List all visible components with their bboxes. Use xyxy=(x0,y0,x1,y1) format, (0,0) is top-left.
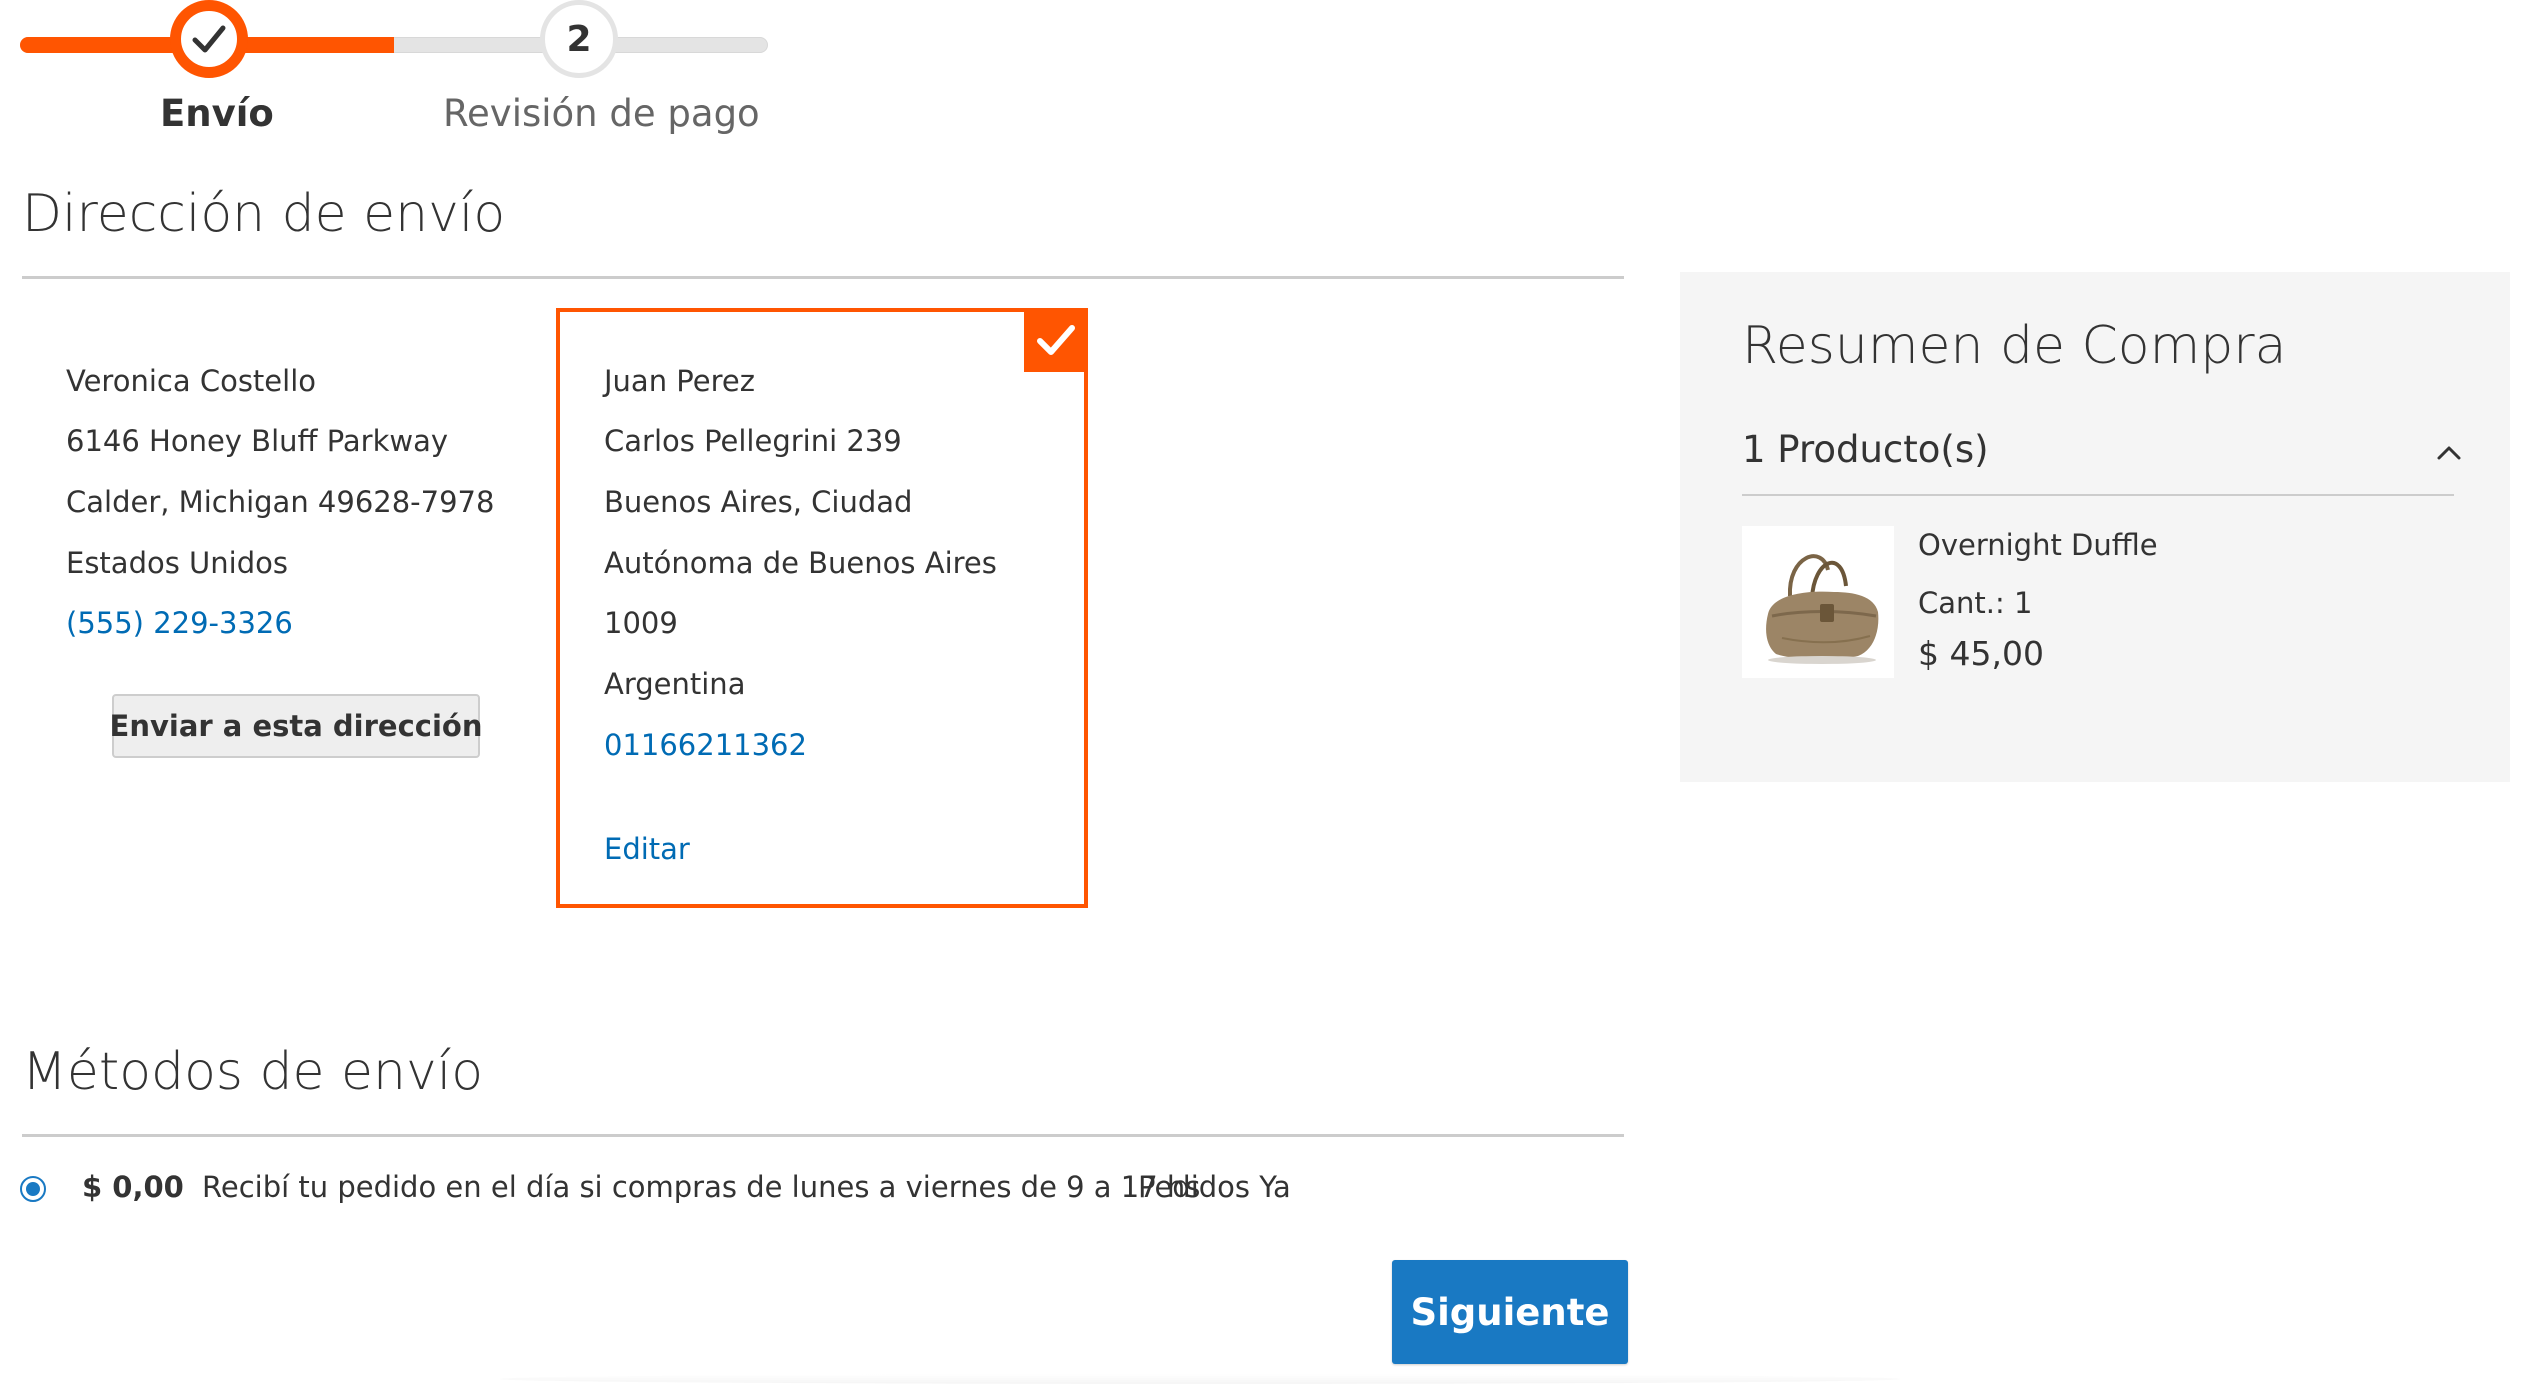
shipping-method-price: $ 0,00 xyxy=(82,1170,184,1204)
address-line: Juan Perez xyxy=(604,364,755,398)
address-line: 1009 xyxy=(604,606,678,640)
product-name: Overnight Duffle xyxy=(1918,528,2158,562)
next-button[interactable]: Siguiente xyxy=(1392,1260,1628,1364)
address-line: Estados Unidos xyxy=(66,546,288,580)
duffle-bag-icon xyxy=(1766,554,1879,664)
step-shipping-complete-icon[interactable] xyxy=(170,0,248,78)
shipping-address-divider xyxy=(22,276,1624,279)
address-line: Buenos Aires, Ciudad xyxy=(604,485,913,519)
checkmark-icon xyxy=(192,25,226,53)
footer-shadow xyxy=(500,1374,1900,1384)
edit-address-link[interactable]: Editar xyxy=(604,832,690,866)
address-line: Calder, Michigan 49628-7978 xyxy=(66,485,495,519)
order-summary: Resumen de Compra 1 Producto(s) Overnigh… xyxy=(1680,272,2510,782)
order-summary-divider xyxy=(1742,494,2454,496)
step-payment-number: 2 xyxy=(540,0,618,78)
address-line: Autónoma de Buenos Aires xyxy=(604,546,997,580)
address-phone-link[interactable]: 01166211362 xyxy=(604,728,807,762)
product-image xyxy=(1742,526,1894,678)
shipping-address-title: Dirección de envío xyxy=(22,184,506,244)
address-line: Argentina xyxy=(604,667,746,701)
shipping-methods-divider xyxy=(22,1134,1624,1137)
shipping-method-description: Recibí tu pedido en el día si compras de… xyxy=(202,1170,1201,1204)
order-summary-title: Resumen de Compra xyxy=(1742,316,2287,376)
shipping-method-carrier: Pedidos Ya xyxy=(1138,1170,1291,1204)
product-qty: Cant.: 1 xyxy=(1918,586,2033,620)
chevron-up-icon[interactable] xyxy=(2434,438,2464,468)
address-line: Veronica Costello xyxy=(66,364,316,398)
address-phone-link[interactable]: (555) 229-3326 xyxy=(66,606,293,640)
address-line: 6146 Honey Bluff Parkway xyxy=(66,424,449,458)
ship-here-button[interactable]: Enviar a esta dirección xyxy=(110,694,482,758)
product-price: $ 45,00 xyxy=(1918,634,2044,673)
step-shipping-label[interactable]: Envío xyxy=(160,92,274,135)
shipping-method-radio[interactable] xyxy=(20,1176,46,1202)
address-line: Carlos Pellegrini 239 xyxy=(604,424,902,458)
step-payment-label: Revisión de pago xyxy=(443,92,760,135)
items-count-toggle[interactable]: 1 Producto(s) xyxy=(1742,428,1989,471)
shipping-methods-title: Métodos de envío xyxy=(22,1042,484,1102)
selected-check-icon xyxy=(1024,308,1088,372)
